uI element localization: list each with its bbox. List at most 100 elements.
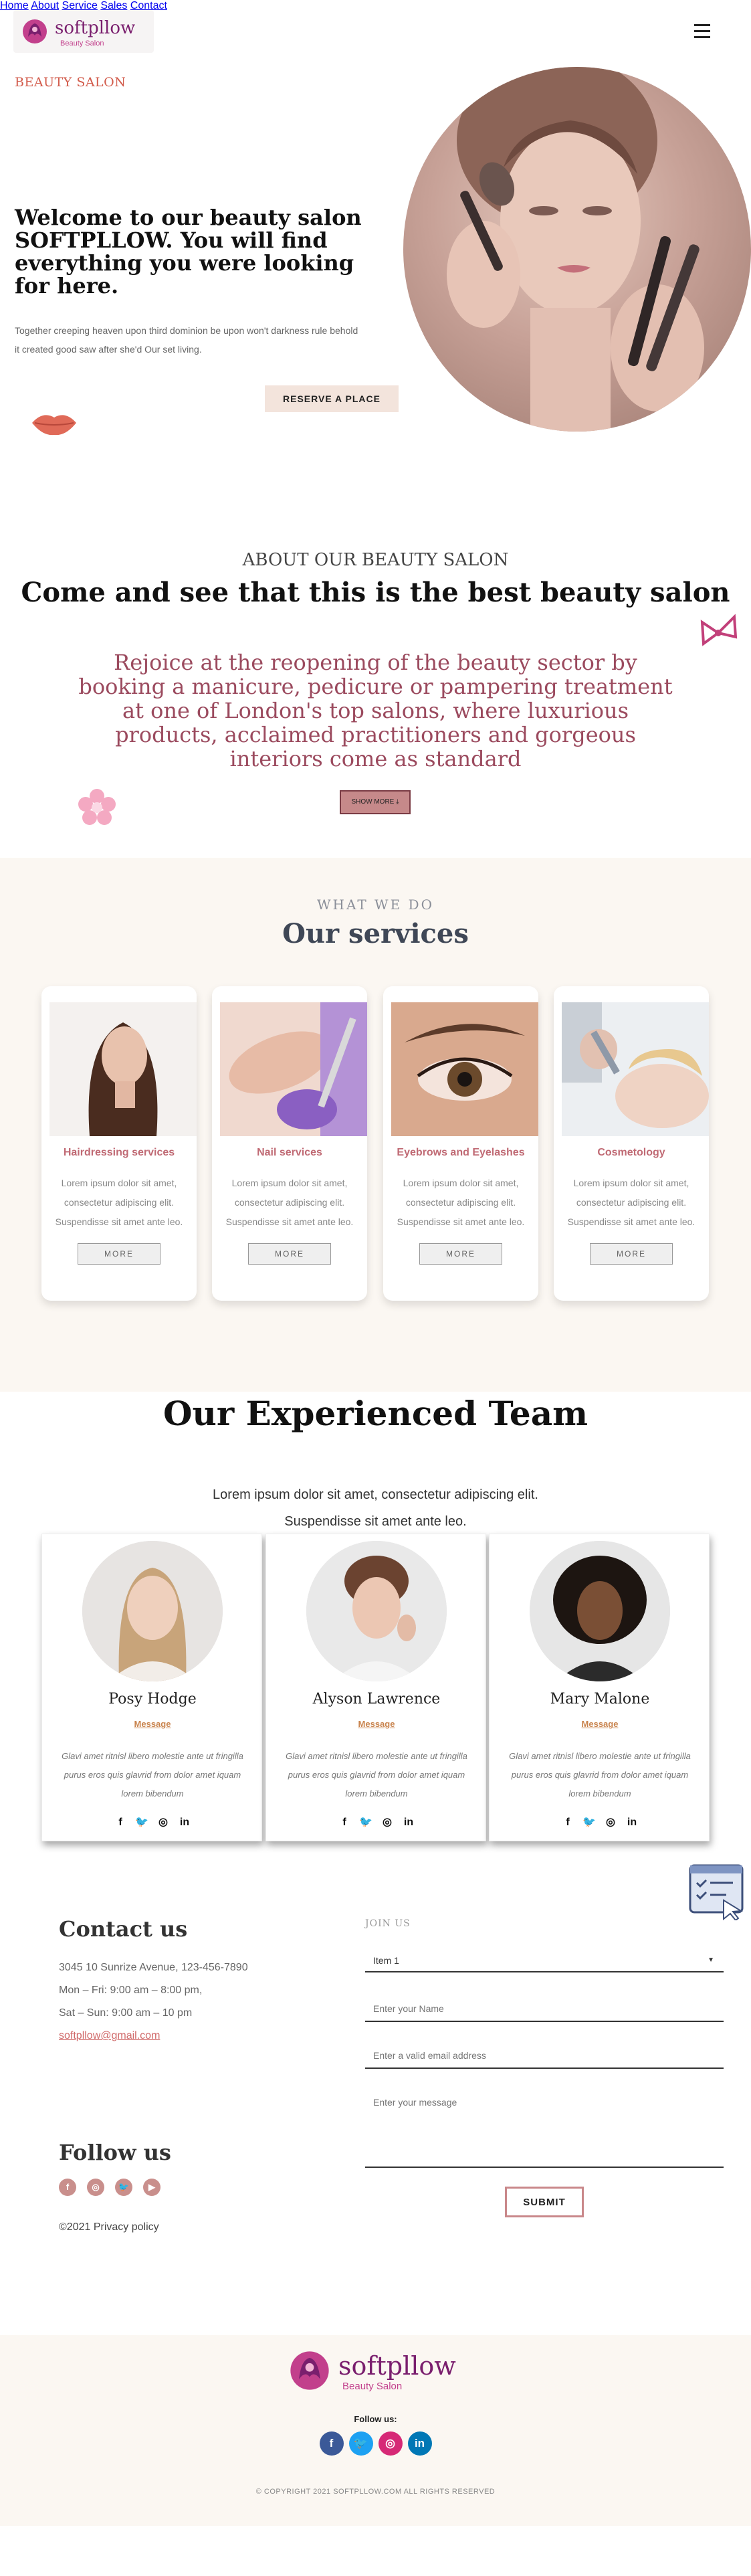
- twitter-icon[interactable]: 🐦: [115, 2179, 132, 2196]
- service-name: Cosmetology: [597, 1147, 665, 1158]
- instagram-icon[interactable]: ◎: [156, 1815, 171, 1830]
- service-desc: Lorem ipsum dolor sit amet, consectetur …: [397, 1178, 525, 1227]
- hero-eyebrow: BEAUTY SALON: [15, 75, 126, 90]
- instagram-icon[interactable]: ◎: [87, 2179, 104, 2196]
- logo-tagline: Beauty Salon: [60, 39, 104, 48]
- team-photo: [306, 1541, 447, 1681]
- service-card: Hairdressing services Lorem ipsum dolor …: [41, 986, 197, 1301]
- contact-title: Contact us: [59, 1916, 188, 1942]
- footer-social-icons: f 🐦 ◎ in: [0, 2431, 751, 2456]
- instagram-icon[interactable]: ◎: [603, 1815, 618, 1830]
- submit-button[interactable]: SUBMIT: [505, 2187, 584, 2217]
- service-more-button[interactable]: MORE: [419, 1243, 502, 1265]
- twitter-icon[interactable]: 🐦: [358, 1815, 373, 1830]
- facebook-icon[interactable]: f: [319, 2431, 344, 2456]
- team-member-name: Posy Hodge: [108, 1691, 197, 1708]
- service-name: Hairdressing services: [63, 1147, 175, 1158]
- bow-icon: [700, 614, 738, 646]
- chevron-down-icon: ▼: [708, 1956, 714, 1964]
- footer-copyright: © COPYRIGHT 2021 SOFTPLLOW.COM ALL RIGHT…: [255, 2488, 496, 2496]
- follow-icons: f ◎ 🐦 ▶: [59, 2179, 171, 2196]
- about-text: Rejoice at the reopening of the beauty s…: [78, 650, 673, 771]
- about-eyebrow: ABOUT OUR BEAUTY SALON: [242, 550, 509, 570]
- form-label: JOIN US: [365, 1918, 411, 1929]
- youtube-icon[interactable]: ▶: [143, 2179, 160, 2196]
- logo-icon: [23, 19, 47, 43]
- services-title: Our services: [282, 918, 469, 949]
- team-member-name: Mary Malone: [550, 1691, 650, 1708]
- service-image-hair: [49, 1002, 197, 1136]
- item-select[interactable]: Item 1 ▼: [365, 1948, 724, 1972]
- team-title: Our Experienced Team: [163, 1394, 588, 1433]
- facebook-icon[interactable]: f: [337, 1815, 352, 1830]
- twitter-icon[interactable]: 🐦: [348, 2431, 373, 2456]
- email-field[interactable]: [365, 2043, 724, 2069]
- footer-logo-tagline: Beauty Salon: [342, 2381, 403, 2392]
- name-field[interactable]: [365, 1997, 724, 2022]
- service-image-cosmetology: [562, 1002, 709, 1136]
- team-social-links: f 🐦 ◎ in: [266, 1815, 487, 1830]
- service-image-eyebrows: [391, 1002, 538, 1136]
- twitter-icon[interactable]: 🐦: [134, 1815, 149, 1830]
- team-member-desc: Glavi amet ritnisl libero molestie ante …: [286, 1751, 467, 1799]
- flower-icon: [78, 789, 116, 825]
- team-social-links: f 🐦 ◎ in: [42, 1815, 263, 1830]
- twitter-icon[interactable]: 🐦: [582, 1815, 597, 1830]
- service-more-button[interactable]: MORE: [248, 1243, 331, 1265]
- hero-title: Welcome to our beauty salon SOFTPLLOW. Y…: [15, 205, 362, 298]
- footer-logo-icon: [290, 2351, 329, 2390]
- lips-icon: [32, 415, 76, 436]
- hero-text: Together creeping heaven upon third domi…: [15, 325, 358, 355]
- contact-email-link[interactable]: softpllow@gmail.com: [59, 2030, 160, 2042]
- service-more-button[interactable]: MORE: [590, 1243, 673, 1265]
- team-message-link[interactable]: Message: [266, 1719, 487, 1729]
- show-more-button[interactable]: SHOW MORE ⤓: [340, 790, 411, 814]
- team-photo: [82, 1541, 223, 1681]
- service-desc: Lorem ipsum dolor sit amet, consectetur …: [567, 1178, 695, 1227]
- reserve-button[interactable]: RESERVE A PLACE: [265, 385, 399, 412]
- hero-image: [403, 67, 751, 432]
- footer-logo-name: softpllow: [338, 2351, 456, 2381]
- team-member-name: Alyson Lawrence: [312, 1691, 441, 1708]
- linkedin-icon[interactable]: in: [625, 1815, 639, 1830]
- menu-icon[interactable]: [694, 24, 710, 39]
- instagram-icon[interactable]: ◎: [380, 1815, 395, 1830]
- service-card: Cosmetology Lorem ipsum dolor sit amet, …: [554, 986, 709, 1301]
- facebook-icon[interactable]: f: [560, 1815, 575, 1830]
- about-title: Come and see that this is the best beaut…: [21, 577, 730, 608]
- team-message-link[interactable]: Message: [490, 1719, 710, 1729]
- team-message-link[interactable]: Message: [42, 1719, 263, 1729]
- item-select-value: Item 1: [373, 1955, 399, 1966]
- privacy-link[interactable]: ©2021 Privacy policy: [59, 2221, 159, 2233]
- team-social-links: f 🐦 ◎ in: [490, 1815, 710, 1830]
- message-field[interactable]: [365, 2090, 724, 2168]
- instagram-icon[interactable]: ◎: [378, 2431, 403, 2456]
- site-header: softpllow Beauty Salon Home About Servic…: [0, 0, 751, 67]
- service-image-nails: [220, 1002, 367, 1136]
- checklist-icon[interactable]: [689, 1863, 746, 1920]
- service-card: Eyebrows and Eyelashes Lorem ipsum dolor…: [383, 986, 538, 1301]
- facebook-icon[interactable]: f: [59, 2179, 76, 2196]
- services-eyebrow: WHAT WE DO: [317, 897, 434, 913]
- facebook-icon[interactable]: f: [113, 1815, 128, 1830]
- team-subtitle-line: Lorem ipsum dolor sit amet, consectetur …: [213, 1487, 538, 1502]
- linkedin-icon[interactable]: in: [177, 1815, 192, 1830]
- service-desc: Lorem ipsum dolor sit amet, consectetur …: [225, 1178, 354, 1227]
- team-card: Posy Hodge Message Glavi amet ritnisl li…: [41, 1534, 262, 1841]
- linkedin-icon[interactable]: in: [401, 1815, 416, 1830]
- team-card: Alyson Lawrence Message Glavi amet ritni…: [265, 1534, 486, 1841]
- linkedin-icon[interactable]: in: [407, 2431, 432, 2456]
- contact-hours-weekend: Sat – Sun: 9:00 am – 10 pm: [59, 2007, 193, 2019]
- logo-name: softpllow: [55, 18, 136, 38]
- service-more-button[interactable]: MORE: [78, 1243, 160, 1265]
- service-name: Eyebrows and Eyelashes: [397, 1147, 525, 1158]
- footer-follow-label: Follow us:: [354, 2414, 397, 2424]
- team-card: Mary Malone Message Glavi amet ritnisl l…: [489, 1534, 710, 1841]
- team-subtitle-line: Suspendisse sit amet ante leo.: [284, 1514, 467, 1529]
- site-logo[interactable]: softpllow Beauty Salon: [13, 10, 154, 53]
- contact-hours-weekday: Mon – Fri: 9:00 am – 8:00 pm,: [59, 1985, 203, 1996]
- contact-address: 3045 10 Sunrize Avenue, 123-456-7890: [59, 1962, 248, 1973]
- follow-title: Follow us: [59, 2140, 171, 2165]
- service-name: Nail services: [257, 1147, 322, 1158]
- team-photo: [530, 1541, 670, 1681]
